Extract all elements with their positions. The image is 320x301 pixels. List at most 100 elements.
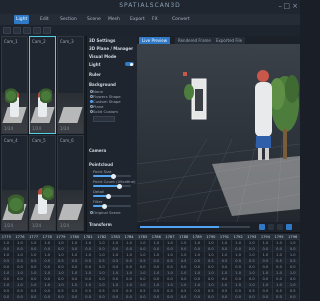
tool-button-select[interactable] (3, 27, 11, 34)
timeline-progress (140, 226, 220, 228)
menu-item-mesh[interactable]: Mesh (106, 15, 122, 24)
thumbnail-footer: 1/24 (32, 126, 41, 131)
tab-rendered-frame[interactable]: Rendered Frame (175, 37, 214, 44)
camera-thumbnail-grid: Cam_1 1/24 Cam_2 1/24 Cam_3 1/24 Cam_4 1… (0, 36, 85, 232)
table-cell[interactable]: 0.0 (82, 294, 96, 300)
thumbnail-cam-5[interactable]: Cam_5 1/24 (29, 135, 56, 231)
loop-button[interactable] (277, 224, 283, 230)
maximize-button[interactable]: □ (283, 2, 290, 11)
tool-button-grid[interactable] (43, 27, 51, 34)
table-cell[interactable]: 0.0 (218, 294, 232, 300)
title-bar: SPATIALSCAN3D – □ × (0, 0, 300, 15)
table-cell[interactable]: 0.0 (41, 294, 55, 300)
detail-label: Detail (93, 189, 105, 194)
point-size-label: Point Size (93, 169, 112, 174)
viewport-tabs: Live Preview Rendered Frame Exported Fil… (137, 36, 300, 44)
section-settings[interactable]: 3D Settings (89, 38, 115, 43)
slider-knob[interactable] (101, 203, 107, 209)
section-pointcloud[interactable]: Pointcloud (89, 162, 113, 167)
tab-exported-file[interactable]: Exported File (213, 37, 246, 44)
3d-viewport[interactable]: Live Preview Rendered Frame Exported Fil… (137, 36, 300, 232)
settings-panel: 3D Settings 3D Plane / Manager Visual Mo… (86, 36, 138, 232)
section-plane-manager[interactable]: 3D Plane / Manager (89, 46, 133, 51)
section-visual-mode[interactable]: Visual Mode (89, 54, 116, 59)
scanned-plant (40, 85, 52, 103)
slider-knob[interactable] (105, 193, 111, 199)
section-transform[interactable]: Transform (89, 222, 112, 227)
thumbnail-footer: 1/24 (60, 126, 69, 131)
light-toggle[interactable] (125, 62, 134, 66)
tool-button-move[interactable] (13, 27, 21, 34)
scanned-plant (42, 182, 54, 200)
table-cell[interactable]: 0.0 (273, 294, 287, 300)
slider-fill (93, 185, 120, 187)
thumbnail-footer: 1/24 (4, 223, 13, 228)
color-swatch[interactable] (93, 116, 115, 122)
point-count-slider[interactable] (93, 183, 131, 189)
menu-item-section[interactable]: Section (58, 15, 79, 24)
table-cell[interactable]: 0.0 (123, 294, 137, 300)
table-row: 0.0 0.0 0.0 0.0 0.0 0.0 0.0 0.0 0.0 0.0 0.0 0.0 0.0 0… (0, 294, 300, 300)
menu-item-export[interactable]: Export (128, 15, 147, 24)
timeline-track[interactable] (140, 226, 250, 228)
table-cell[interactable]: 0.0 (177, 294, 191, 300)
thumbnail-label: Cam_5 (32, 138, 46, 143)
timeline-bar[interactable] (137, 222, 300, 232)
menu-item-convert[interactable]: Convert (170, 15, 192, 24)
thumbnail-label: Cam_4 (4, 138, 18, 143)
section-camera[interactable]: Camera (89, 148, 106, 153)
tool-button-scale[interactable] (33, 27, 41, 34)
background-option-label: Solid Custom (93, 109, 119, 114)
table-cell[interactable]: 0.0 (27, 294, 41, 300)
detail-slider[interactable] (93, 193, 131, 199)
section-background[interactable]: Background (89, 82, 116, 87)
table-cell[interactable]: 0.0 (136, 294, 150, 300)
table-cell[interactable]: 0.0 (109, 294, 123, 300)
menu-item-scene[interactable]: Scene (85, 15, 103, 24)
tab-live-preview[interactable]: Live Preview (139, 37, 171, 44)
section-ruler[interactable]: Ruler (89, 72, 101, 77)
table-cell[interactable]: 0.0 (55, 294, 69, 300)
table-cell[interactable]: 0.0 (232, 294, 246, 300)
app-title: SPATIALSCAN3D (119, 2, 181, 9)
table-cell[interactable]: 0.0 (150, 294, 164, 300)
menu-item-edit[interactable]: Edit (38, 15, 51, 24)
viewport-scene (137, 44, 300, 222)
tool-button-rotate[interactable] (23, 27, 31, 34)
menu-item-fx[interactable]: FX (150, 15, 160, 24)
table-cell[interactable]: 0.0 (164, 294, 178, 300)
point-size-slider[interactable] (93, 173, 131, 179)
menu-item-light[interactable]: Light (14, 15, 30, 24)
table-cell[interactable]: 0.0 (14, 294, 28, 300)
record-button[interactable] (286, 224, 292, 230)
minimize-button[interactable]: – (279, 2, 283, 11)
table-cell[interactable]: 0.0 (0, 294, 14, 300)
slider-knob[interactable] (111, 173, 117, 179)
filter-slider[interactable] (93, 203, 131, 209)
table-cell[interactable]: 0.0 (205, 294, 219, 300)
thumbnail-label: Cam_3 (60, 39, 74, 44)
thumbnail-footer: 1/24 (60, 223, 69, 228)
thumbnail-cam-6[interactable]: Cam_6 1/24 (57, 135, 84, 231)
thumbnail-cam-4[interactable]: Cam_4 1/24 (1, 135, 28, 231)
thumbnail-footer: 1/24 (4, 126, 13, 131)
table-cell[interactable]: 0.0 (191, 294, 205, 300)
table-cell[interactable]: 0.0 (68, 294, 82, 300)
slider-knob[interactable] (117, 183, 123, 189)
close-button[interactable]: × (292, 2, 298, 11)
table-cell[interactable]: 0.0 (286, 294, 300, 300)
table-cell[interactable]: 0.0 (259, 294, 273, 300)
section-light[interactable]: Light (89, 62, 101, 67)
scanned-plant (8, 190, 24, 214)
play-button[interactable] (259, 224, 265, 230)
thumbnail-cam-1[interactable]: Cam_1 1/24 (1, 36, 28, 134)
table-cell[interactable]: 0.0 (95, 294, 110, 300)
step-button[interactable] (268, 224, 274, 230)
table-cell[interactable]: 0.0 (245, 294, 260, 300)
thumbnail-cam-2[interactable]: Cam_2 1/24 (29, 36, 56, 134)
thumbnail-footer: 1/24 (32, 223, 41, 228)
thumbnail-label: Cam_2 (32, 39, 46, 44)
thumbnail-cam-3[interactable]: Cam_3 1/24 (57, 36, 84, 134)
thumbnail-label: Cam_1 (4, 39, 18, 44)
original-scene-label: Original Scene (93, 210, 121, 215)
